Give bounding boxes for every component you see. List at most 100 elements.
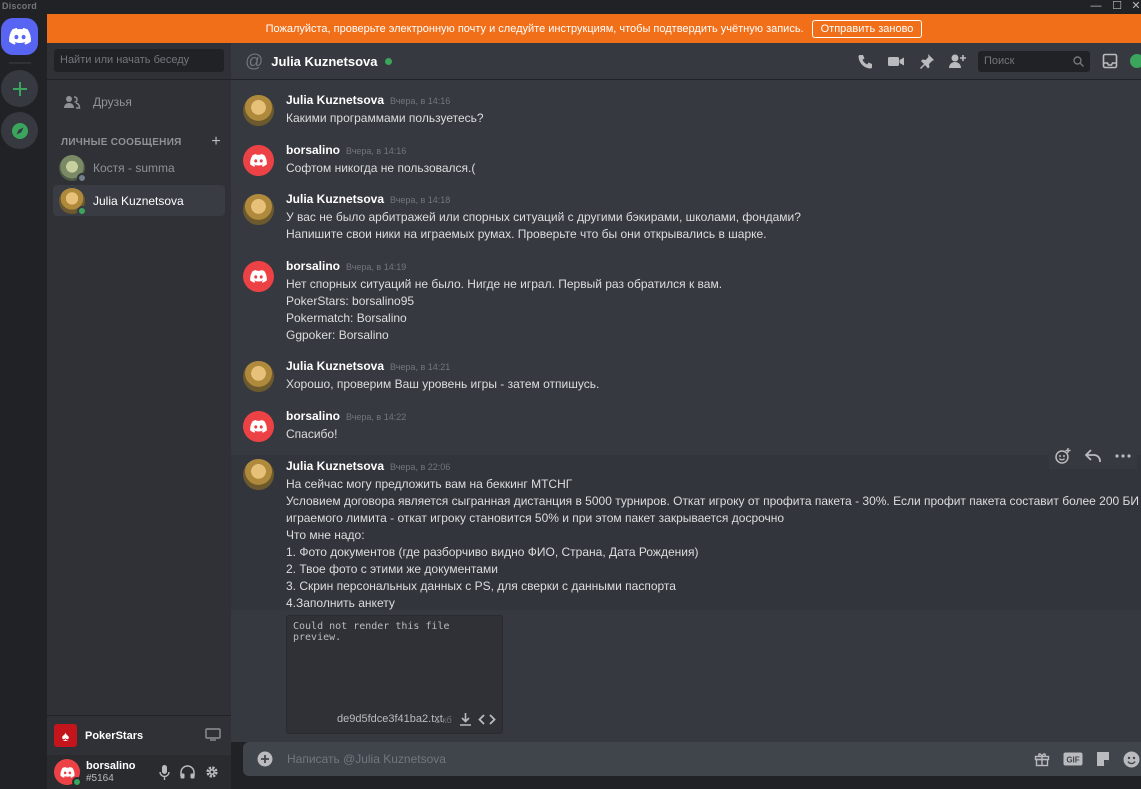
gif-icon[interactable]: GIF <box>1063 751 1083 767</box>
message-text: играемого лимита - откат игроку становит… <box>286 511 785 525</box>
server-rail <box>0 14 47 789</box>
screen-share-icon[interactable] <box>205 728 221 741</box>
avatar[interactable] <box>243 459 274 490</box>
home-button[interactable] <box>1 18 38 55</box>
message-text: Спасибо! <box>286 427 338 441</box>
avatar[interactable] <box>243 411 274 442</box>
message-author[interactable]: Julia Kuznetsova <box>286 93 384 107</box>
add-friends-to-dm-icon[interactable] <box>948 53 967 70</box>
message-timestamp: Вчера, в 14:19 <box>346 262 407 272</box>
friends-label: Друзья <box>93 95 132 109</box>
message-text: Софтом никогда не пользовался.( <box>286 161 476 175</box>
status-online-icon <box>77 205 87 216</box>
avatar[interactable] <box>243 361 274 392</box>
dm-item-label: Julia Kuznetsova <box>93 193 184 208</box>
message-text: Ggpoker: Borsalino <box>286 328 389 342</box>
message-timestamp: Вчера, в 14:22 <box>346 412 407 422</box>
message-author[interactable]: borsalino <box>286 409 340 423</box>
expand-code-icon[interactable] <box>478 713 496 726</box>
dm-item-kostya[interactable]: Костя - summa <box>53 152 225 183</box>
file-name[interactable]: de9d5fdce3f41ba2.txt <box>337 713 443 725</box>
message-item[interactable]: borsalino Вчера, в 14:22 Спасибо! <box>231 409 1141 449</box>
channel-title: Julia Kuznetsova <box>271 53 378 69</box>
discord-logo-icon <box>250 420 267 433</box>
activity-panel: ♠ PokerStars <box>47 715 231 755</box>
message-text: Pokermatch: Borsalino <box>286 311 407 325</box>
add-server-button[interactable] <box>1 70 38 107</box>
close-icon[interactable]: ✕ <box>1123 0 1141 14</box>
search-icon <box>1073 56 1084 67</box>
plus-icon <box>12 81 27 96</box>
headphones-icon[interactable] <box>180 765 195 779</box>
message-input[interactable]: Написать @Julia Kuznetsova <box>287 752 446 766</box>
sidebar-divider <box>47 79 231 80</box>
sidebar-item-friends[interactable]: Друзья <box>53 89 225 115</box>
message-item[interactable]: Julia Kuznetsova Вчера, в 14:16 Какими пр… <box>231 93 1141 133</box>
discord-logo-icon <box>59 766 75 778</box>
dm-item-label: Костя - summa <box>93 160 175 175</box>
message-text: Хорошо, проверим Ваш уровень игры - зате… <box>286 377 600 391</box>
title-bar: Discord — ☐ ✕ <box>0 0 1141 14</box>
download-icon[interactable] <box>459 712 472 726</box>
message-author[interactable]: Julia Kuznetsova <box>286 359 384 373</box>
gift-icon[interactable] <box>1034 751 1050 767</box>
svg-text:GIF: GIF <box>1066 756 1079 765</box>
find-conversation-input[interactable]: Найти или начать беседу <box>54 49 224 72</box>
message-text: Нет спорных ситуаций не было. Нигде не и… <box>286 277 723 291</box>
discord-logo-icon <box>250 270 267 283</box>
file-attachment: Could not render this file preview. de9d… <box>286 615 503 734</box>
create-dm-icon[interactable]: + <box>211 133 221 151</box>
dm-section-header: ЛИЧНЫЕ СООБЩЕНИЯ + <box>61 133 221 151</box>
dm-sidebar: Найти или начать беседу Друзья ЛИЧНЫЕ СО… <box>47 43 231 789</box>
message-composer[interactable]: Написать @Julia Kuznetsova GIF <box>243 742 1141 776</box>
explore-servers-button[interactable] <box>1 112 38 149</box>
more-options-icon[interactable] <box>1115 454 1131 458</box>
help-icon[interactable] <box>1129 53 1141 69</box>
message-text: 3. Скрин персональных данных с PS, для с… <box>286 579 676 593</box>
message-author[interactable]: Julia Kuznetsova <box>286 459 384 473</box>
voice-call-icon[interactable] <box>857 53 874 70</box>
avatar[interactable] <box>243 95 274 126</box>
message-timestamp: Вчера, в 22:06 <box>390 462 451 472</box>
header-search-input[interactable]: Поиск <box>978 51 1090 72</box>
add-attachment-icon[interactable] <box>257 751 273 767</box>
avatar[interactable] <box>54 759 82 787</box>
avatar <box>59 154 87 183</box>
avatar[interactable] <box>243 194 274 225</box>
message-author[interactable]: Julia Kuznetsova <box>286 192 384 206</box>
status-online-icon <box>72 777 82 787</box>
status-offline-icon <box>77 172 87 183</box>
message-text: 1. Фото документов (где разборчиво видно… <box>286 545 699 559</box>
message-item[interactable]: Julia Kuznetsova Вчера, в 22:06 На сейчас… <box>231 443 1141 610</box>
friends-icon <box>64 96 81 109</box>
message-timestamp: Вчера, в 14:16 <box>390 96 451 106</box>
avatar[interactable] <box>243 145 274 176</box>
message-author[interactable]: borsalino <box>286 143 340 157</box>
avatar[interactable] <box>243 261 274 292</box>
emoji-icon[interactable] <box>1123 751 1140 768</box>
user-panel: borsalino #5164 <box>47 755 231 789</box>
username: borsalino <box>86 760 136 772</box>
discord-logo-icon <box>8 28 31 45</box>
resend-button[interactable]: Отправить заново <box>811 19 923 38</box>
at-icon: @ <box>245 50 264 71</box>
inbox-icon[interactable] <box>1102 53 1118 69</box>
dm-item-julia[interactable]: Julia Kuznetsova <box>53 185 225 216</box>
pinned-messages-icon[interactable] <box>919 53 935 70</box>
message-author[interactable]: borsalino <box>286 259 340 273</box>
pokerstars-logo-icon: ♠ <box>54 724 77 747</box>
message-text: На сейчас могу предложить вам на беккинг… <box>286 477 573 491</box>
message-item[interactable]: borsalino Вчера, в 14:19 Нет спорных ситу… <box>231 259 1141 349</box>
video-call-icon[interactable] <box>887 53 905 70</box>
microphone-icon[interactable] <box>159 765 170 780</box>
message-timestamp: Вчера, в 14:18 <box>390 195 451 205</box>
message-item[interactable]: Julia Kuznetsova Вчера, в 14:18 У вас не … <box>231 192 1141 248</box>
chat-header: @ Julia Kuznetsova Поиск <box>231 43 1141 80</box>
message-item[interactable]: Julia Kuznetsova Вчера, в 14:21 Хорошо, п… <box>231 359 1141 399</box>
file-size: 1 кб <box>435 715 452 725</box>
settings-gear-icon[interactable] <box>205 765 219 779</box>
message-text: У вас не было арбитражей или спорных сит… <box>286 210 801 224</box>
status-online-icon <box>385 57 393 65</box>
sticker-icon[interactable] <box>1095 751 1111 767</box>
message-item[interactable]: borsalino Вчера, в 14:16 Софтом никогда н… <box>231 143 1141 183</box>
